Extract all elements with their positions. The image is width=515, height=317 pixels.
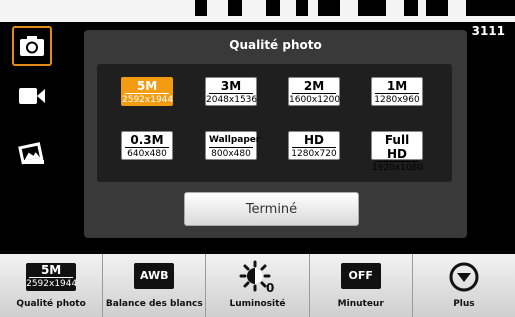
camera-mode-button[interactable] [12,26,52,66]
white-balance-setting[interactable]: AWB Balance des blancs [103,254,207,317]
size-option-resolution: 640x480 [127,149,167,159]
tool-label: Luminosité [229,299,286,309]
tool-label: Balance des blancs [105,299,203,309]
badge-label: 5M [29,263,74,278]
size-option-label: Full HD [375,133,419,162]
size-option-resolution: 1920x1080 [372,163,424,173]
photo-quality-badge: 5M 2592x1944 [26,263,78,291]
size-option-resolution: 1280x960 [374,95,420,105]
done-button[interactable]: Terminé [184,192,359,226]
dialog-title: Qualité photo [229,38,322,52]
video-mode-button[interactable] [12,76,52,116]
timer-badge: OFF [340,263,381,289]
size-option-full-hd[interactable]: Full HD 1920x1080 [371,131,423,173]
size-options-grid: 5M 2592x1944 3M 2048x1536 2M 1600x1200 1… [97,64,452,182]
tool-label: Qualité photo [16,299,86,309]
photo-quality-dialog: Qualité photo 5M 2592x1944 3M 2048x1536 … [84,30,467,238]
size-option-label: HD [292,133,336,148]
size-option-resolution: 2048x1536 [206,95,258,105]
chevron-down-circle-icon [449,262,479,292]
size-option-label: Wallpaper [209,133,260,148]
gallery-icon [18,142,44,165]
photo-quality-setting[interactable]: 5M 2592x1944 Qualité photo [0,254,104,317]
badge-resolution: 2592x1944 [26,279,78,289]
camera-settings-toolbar: 5M 2592x1944 Qualité photo AWB Balance d… [0,254,515,317]
size-option-0-3m[interactable]: 0.3M 640x480 [121,131,173,160]
size-option-label: 1M [375,79,419,94]
more-setting[interactable]: Plus [413,254,515,317]
size-option-resolution: 2592x1944 [122,95,174,105]
size-option-label: 2M [292,79,336,94]
shots-remaining-counter: 3111 [471,24,505,38]
size-option-hd[interactable]: HD 1280x720 [288,131,340,160]
camera-icon [20,36,44,56]
gallery-mode-button[interactable] [12,134,52,174]
size-option-label: 0.3M [125,133,169,148]
size-option-resolution: 1600x1200 [289,95,341,105]
size-option-label: 5M [125,79,169,94]
brightness-icon: 0 [239,260,274,295]
size-option-resolution: 800x480 [211,149,251,159]
size-option-5m[interactable]: 5M 2592x1944 [121,77,173,106]
camera-preview [0,0,515,22]
size-option-2m[interactable]: 2M 1600x1200 [288,77,340,106]
timer-setting[interactable]: OFF Minuteur [310,254,413,317]
size-option-label: 3M [209,79,253,94]
tool-label: Minuteur [337,299,384,309]
size-option-wallpaper[interactable]: Wallpaper 800x480 [205,131,260,160]
awb-badge: AWB [134,263,175,289]
size-option-resolution: 1280x720 [291,149,337,159]
size-option-3m[interactable]: 3M 2048x1536 [205,77,257,106]
brightness-setting[interactable]: 0 Luminosité [206,254,310,317]
brightness-value: 0 [266,281,274,294]
tool-label: Plus [453,299,475,309]
size-option-1m[interactable]: 1M 1280x960 [371,77,423,106]
video-camera-icon [19,88,45,104]
